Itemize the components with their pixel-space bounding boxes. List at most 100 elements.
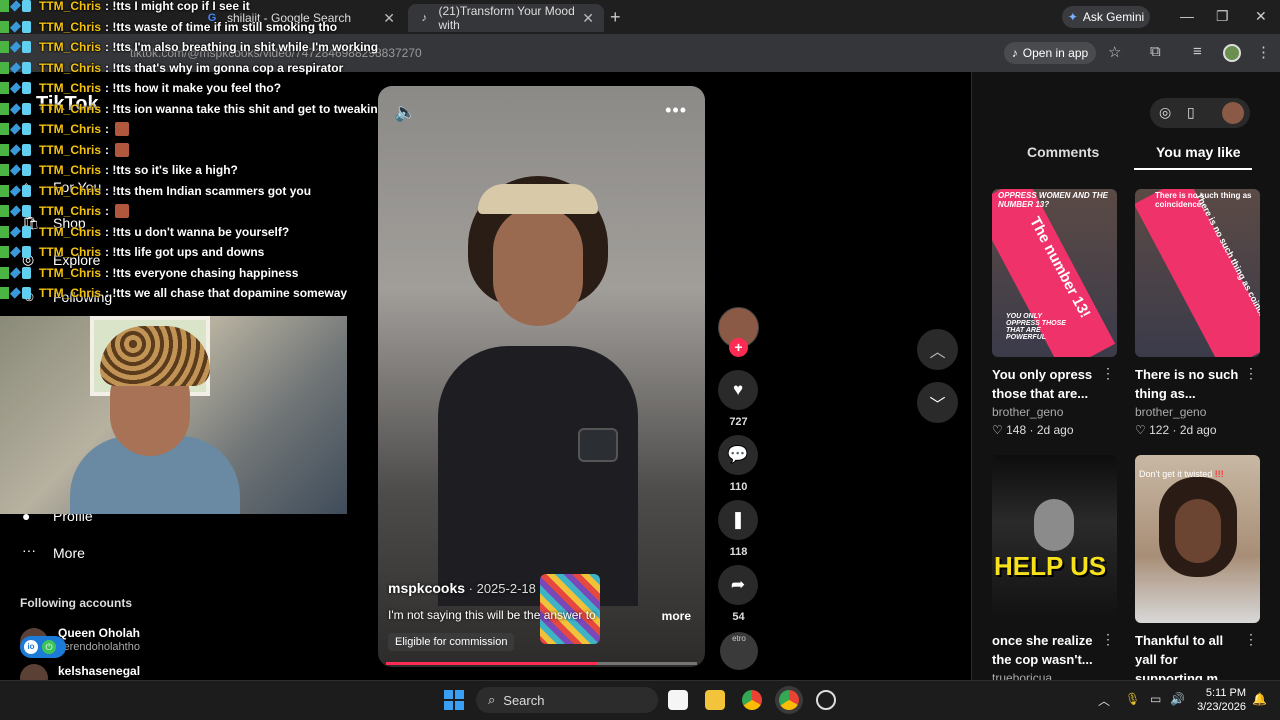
- card-thumbnail[interactable]: There is no such thing as coincidence Th…: [1135, 189, 1260, 357]
- chat-username: TTM_Chris: [39, 286, 102, 300]
- recommended-card[interactable]: HELP US once she realize the cop wasn't.…: [992, 455, 1117, 685]
- minimize-icon[interactable]: —: [1180, 8, 1194, 24]
- account-name[interactable]: Queen Oholah: [58, 626, 140, 640]
- close-icon[interactable]: ✕: [582, 10, 594, 27]
- chat-username: TTM_Chris: [39, 60, 102, 75]
- nav-more[interactable]: More: [53, 545, 85, 561]
- video-progress-bar[interactable]: [386, 662, 697, 665]
- video-author[interactable]: mspkcooks · 2025-2-18: [388, 580, 536, 596]
- tab-you-may-like[interactable]: You may like: [1156, 144, 1241, 160]
- user-avatar[interactable]: [1222, 102, 1244, 124]
- volume-icon[interactable]: 🔈: [394, 102, 416, 123]
- card-options-icon[interactable]: ⋮: [1244, 365, 1258, 382]
- account-name[interactable]: kelshasenegal: [58, 664, 140, 678]
- tab-tiktok[interactable]: ♪ (21)Transform Your Mood with ✕: [408, 4, 604, 32]
- chat-text: : !tts I might cop if I see it: [105, 0, 250, 13]
- store-icon[interactable]: [668, 690, 688, 710]
- chat-username: TTM_Chris: [39, 81, 102, 95]
- badge-icon: [9, 123, 22, 135]
- network-icon[interactable]: ▭: [1150, 692, 1161, 706]
- card-author[interactable]: brother_geno: [992, 405, 1117, 419]
- badge-icon: [0, 225, 9, 238]
- author-name[interactable]: mspkcooks: [388, 580, 465, 596]
- open-in-app-button[interactable]: ♪ Open in app: [1004, 42, 1096, 64]
- browser-menu-icon[interactable]: ⋮: [1256, 43, 1271, 61]
- file-explorer-icon[interactable]: [705, 690, 725, 710]
- comment-action[interactable]: 💬 110: [718, 435, 759, 493]
- badge-icon: [9, 266, 22, 279]
- more-options-icon[interactable]: •••: [665, 100, 687, 121]
- badge-icon: [9, 0, 22, 12]
- card-meta: ♡ 148 · 2d ago: [992, 423, 1074, 437]
- chat-message: TTM_Chris: !tts them Indian scammers got…: [0, 181, 311, 201]
- next-video-button[interactable]: ﹀: [917, 382, 958, 423]
- device-icon[interactable]: ▯: [1187, 104, 1195, 121]
- save-action[interactable]: ❚ 118: [718, 500, 759, 558]
- thumb-face: [1175, 499, 1221, 563]
- caption-more-button[interactable]: more: [662, 609, 691, 623]
- notification-icon[interactable]: 🔔: [1252, 692, 1267, 706]
- new-tab-icon[interactable]: +: [610, 7, 621, 28]
- card-options-icon[interactable]: ⋮: [1101, 365, 1115, 382]
- badge-icon: [0, 287, 9, 299]
- restore-icon[interactable]: ❐: [1216, 8, 1229, 25]
- card-title[interactable]: You only opress those that are...: [992, 365, 1104, 403]
- previous-video-button[interactable]: ︿: [917, 329, 958, 370]
- card-thumbnail[interactable]: The number 13! OPPRESS WOMEN AND THE NUM…: [992, 189, 1117, 357]
- extensions-icon[interactable]: ⧉: [1150, 43, 1161, 60]
- taskbar-search-label: Search: [503, 692, 545, 708]
- share-action[interactable]: ➦ 54: [718, 565, 759, 623]
- chat-text: : !tts that's why im gonna cop a respira…: [105, 60, 344, 75]
- follow-plus-icon[interactable]: +: [729, 338, 748, 357]
- badge-icon: [22, 164, 31, 176]
- windows-start-icon[interactable]: [444, 690, 464, 710]
- chat-username: TTM_Chris: [39, 142, 102, 157]
- recommended-card[interactable]: The number 13! OPPRESS WOMEN AND THE NUM…: [992, 189, 1117, 437]
- compass-icon[interactable]: ◎: [1159, 104, 1171, 121]
- recommended-card[interactable]: There is no such thing as coincidence Th…: [1135, 189, 1260, 437]
- badge-icon: [9, 61, 22, 74]
- ask-gemini-button[interactable]: ✦ Ask Gemini: [1062, 6, 1150, 28]
- chat-message: TTM_Chris: !tts I'm also breathing in sh…: [0, 37, 378, 57]
- card-author[interactable]: brother_geno: [1135, 405, 1260, 419]
- card-title[interactable]: once she realize the cop wasn't...: [992, 631, 1104, 669]
- obs-icon[interactable]: [816, 690, 836, 710]
- chat-message: TTM_Chris: !tts life got ups and downs: [0, 242, 264, 262]
- chrome-icon[interactable]: [742, 690, 762, 710]
- card-options-icon[interactable]: ⋮: [1244, 631, 1258, 648]
- music-disc-icon[interactable]: etro: [720, 632, 758, 670]
- chat-message: TTM_Chris:: [0, 140, 130, 160]
- badge-icon: [22, 0, 31, 12]
- video-player[interactable]: 🔈 ••• mspkcooks · 2025-2-18 I'm not sayi…: [378, 86, 705, 667]
- thumb-top-text-mark: !!!: [1214, 469, 1224, 479]
- window-close-icon[interactable]: ✕: [1255, 8, 1267, 25]
- comment-icon[interactable]: 💬: [718, 435, 758, 475]
- media-control-icon[interactable]: ≡: [1193, 43, 1202, 60]
- tab-comments[interactable]: Comments: [1027, 144, 1099, 160]
- taskbar-search[interactable]: ⌕ Search: [476, 687, 658, 713]
- badge-icon: [22, 205, 31, 217]
- share-count: 54: [732, 611, 745, 623]
- video-person: [438, 176, 638, 606]
- card-options-icon[interactable]: ⋮: [1101, 631, 1115, 648]
- bookmark-icon[interactable]: ❚: [718, 500, 758, 540]
- product-jar: [578, 428, 618, 462]
- browser-profile-avatar[interactable]: [1223, 44, 1241, 62]
- taskbar-clock[interactable]: 5:11 PM 3/23/2026: [1180, 686, 1246, 714]
- bookmark-star-icon[interactable]: ☆: [1108, 43, 1121, 61]
- recommended-card[interactable]: Don't get it twisted !!! Thankful to all…: [1135, 455, 1260, 704]
- close-icon[interactable]: ✕: [383, 10, 395, 27]
- tray-chevron-icon[interactable]: ︿: [1098, 692, 1110, 709]
- card-title[interactable]: There is no such thing as...: [1135, 365, 1247, 403]
- card-thumbnail[interactable]: Don't get it twisted !!!: [1135, 455, 1260, 623]
- chat-message: TTM_Chris: !tts u don't wanna be yoursel…: [0, 222, 289, 242]
- microphone-icon[interactable]: 🎙: [1125, 692, 1140, 706]
- badge-icon: [0, 20, 9, 33]
- card-thumbnail[interactable]: HELP US: [992, 455, 1117, 623]
- like-action[interactable]: ♥ 727: [718, 370, 759, 428]
- streamer-leopard-hat: [100, 326, 210, 386]
- chrome-active-icon[interactable]: [779, 690, 799, 710]
- share-icon[interactable]: ➦: [718, 565, 758, 605]
- thumb-face: [1034, 499, 1074, 551]
- heart-icon[interactable]: ♥: [718, 370, 758, 410]
